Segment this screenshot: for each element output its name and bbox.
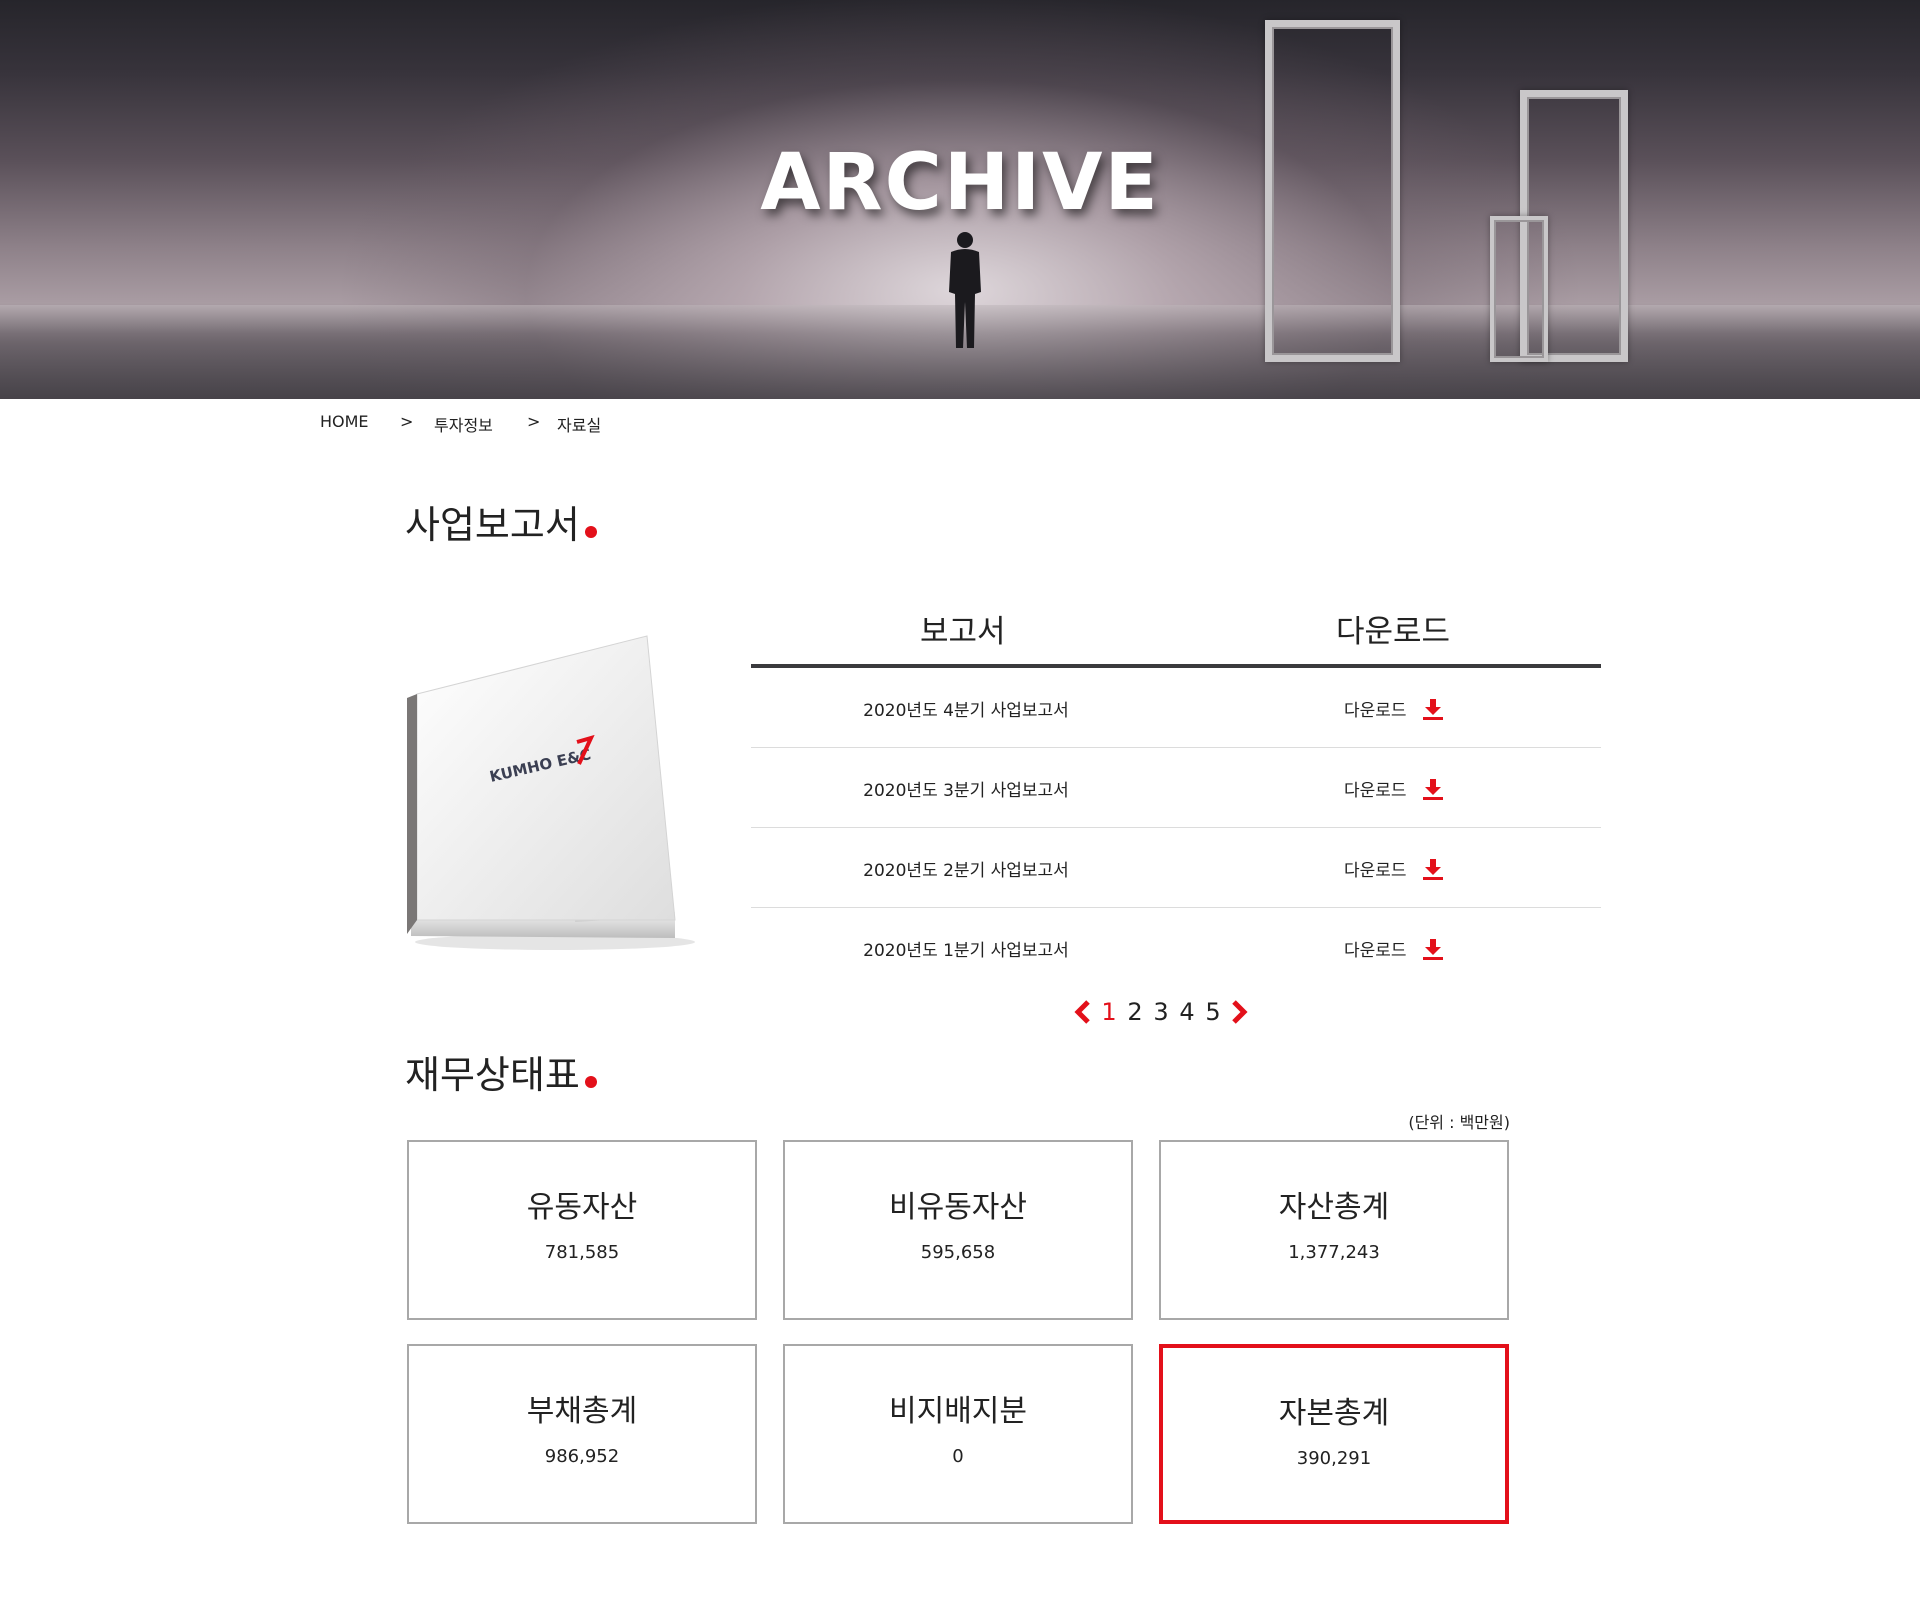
fin-card-current-assets: 유동자산 781,585 bbox=[407, 1140, 757, 1320]
hero-frame-small bbox=[1490, 216, 1548, 362]
fin-card-total-equity: 자본총계 390,291 bbox=[1159, 1344, 1509, 1524]
report-name: 2020년도 2분기 사업보고서 bbox=[863, 861, 1069, 881]
report-table: 보고서 다운로드 2020년도 4분기 사업보고서 다운로드 2020년도 3분… bbox=[751, 600, 1601, 988]
prev-page-arrow-icon[interactable] bbox=[1070, 997, 1096, 1027]
report-row: 2020년도 4분기 사업보고서 다운로드 bbox=[751, 668, 1601, 748]
fin-card-value: 595,658 bbox=[920, 1242, 996, 1263]
title-dot-icon bbox=[584, 526, 597, 538]
download-button[interactable]: 다운로드 bbox=[1344, 696, 1445, 721]
download-label: 다운로드 bbox=[1344, 941, 1407, 961]
download-label: 다운로드 bbox=[1344, 701, 1407, 721]
page-5-link[interactable]: 5 bbox=[1200, 998, 1226, 1026]
report-name: 2020년도 3분기 사업보고서 bbox=[863, 781, 1069, 801]
unit-label: (단위 : 백만원) bbox=[1408, 1113, 1510, 1132]
report-row: 2020년도 3분기 사업보고서 다운로드 bbox=[751, 748, 1601, 828]
fin-card-label: 자산총계 bbox=[1278, 1190, 1390, 1225]
fin-card-noncontrolling-interest: 비지배지분 0 bbox=[783, 1344, 1133, 1524]
download-label: 다운로드 bbox=[1344, 781, 1407, 801]
download-icon[interactable] bbox=[1421, 697, 1445, 721]
fin-card-label: 비유동자산 bbox=[889, 1190, 1027, 1225]
pagination: 1 2 3 4 5 bbox=[1070, 994, 1252, 1030]
financial-title: 재무상태표 bbox=[405, 1053, 580, 1097]
report-book-image: KUMHO E&C bbox=[407, 635, 695, 950]
title-dot-icon bbox=[584, 1076, 597, 1088]
page-1-link[interactable]: 1 bbox=[1096, 998, 1122, 1026]
hero-title: ARCHIVE bbox=[760, 138, 1160, 228]
breadcrumb-separator: > bbox=[527, 412, 541, 431]
next-page-arrow-icon[interactable] bbox=[1226, 997, 1252, 1027]
breadcrumb-item-archive[interactable]: 자료실 bbox=[557, 412, 601, 436]
hero-banner: ARCHIVE bbox=[0, 0, 1920, 399]
breadcrumb-item-investment[interactable]: 투자정보 bbox=[434, 412, 493, 436]
download-icon[interactable] bbox=[1421, 857, 1445, 881]
col-download-header: 다운로드 bbox=[1336, 614, 1451, 650]
page-2-link[interactable]: 2 bbox=[1122, 998, 1148, 1026]
page-3-link[interactable]: 3 bbox=[1148, 998, 1174, 1026]
business-report-heading: 사업보고서 bbox=[405, 494, 597, 549]
fin-card-value: 781,585 bbox=[544, 1242, 620, 1263]
business-report-title: 사업보고서 bbox=[405, 503, 580, 547]
fin-card-total-assets: 자산총계 1,377,243 bbox=[1159, 1140, 1509, 1320]
report-row: 2020년도 2분기 사업보고서 다운로드 bbox=[751, 828, 1601, 908]
fin-card-label: 비지배지분 bbox=[889, 1394, 1027, 1429]
breadcrumb-separator: > bbox=[400, 412, 414, 431]
download-icon[interactable] bbox=[1421, 937, 1445, 961]
breadcrumb-home[interactable]: HOME bbox=[320, 412, 369, 431]
fin-card-total-liabilities: 부채총계 986,952 bbox=[407, 1344, 757, 1524]
fin-card-label: 자본총계 bbox=[1278, 1396, 1390, 1431]
fin-card-value: 390,291 bbox=[1296, 1448, 1372, 1469]
fin-card-label: 유동자산 bbox=[526, 1190, 638, 1225]
col-report-header: 보고서 bbox=[920, 614, 1006, 650]
download-button[interactable]: 다운로드 bbox=[1344, 856, 1445, 881]
person-silhouette-icon bbox=[949, 232, 981, 348]
page-4-link[interactable]: 4 bbox=[1174, 998, 1200, 1026]
report-name: 2020년도 1분기 사업보고서 bbox=[863, 941, 1069, 961]
download-button[interactable]: 다운로드 bbox=[1344, 936, 1445, 961]
fin-card-value: 0 bbox=[952, 1446, 964, 1467]
download-label: 다운로드 bbox=[1344, 861, 1407, 881]
fin-card-value: 986,952 bbox=[544, 1446, 620, 1467]
report-row: 2020년도 1분기 사업보고서 다운로드 bbox=[751, 908, 1601, 988]
report-table-header: 보고서 다운로드 bbox=[751, 600, 1601, 668]
financial-heading: 재무상태표 bbox=[405, 1044, 597, 1099]
fin-card-value: 1,377,243 bbox=[1288, 1242, 1380, 1263]
report-name: 2020년도 4분기 사업보고서 bbox=[863, 701, 1069, 721]
download-icon[interactable] bbox=[1421, 777, 1445, 801]
fin-card-label: 부채총계 bbox=[526, 1394, 638, 1429]
fin-card-noncurrent-assets: 비유동자산 595,658 bbox=[783, 1140, 1133, 1320]
download-button[interactable]: 다운로드 bbox=[1344, 776, 1445, 801]
